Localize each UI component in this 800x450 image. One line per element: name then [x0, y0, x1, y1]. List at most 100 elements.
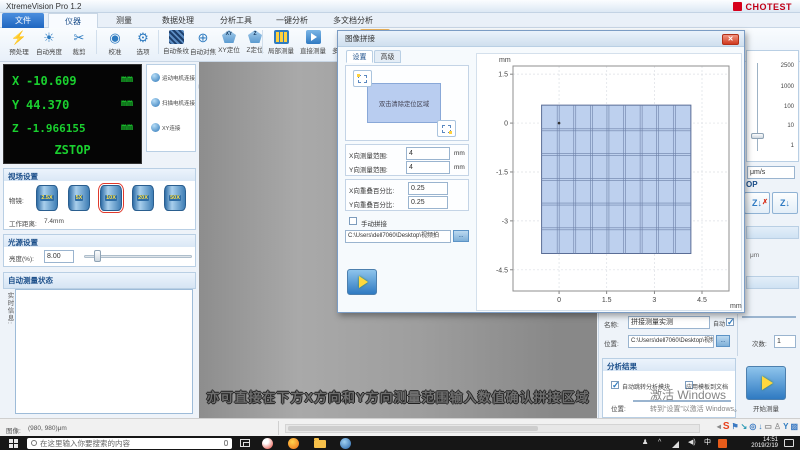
manual-stitch-checkbox[interactable] [349, 217, 357, 225]
image-stitch-dialog: 图像拼接 ✕ 设置 高级 双击清除定位区域 X向测量范围: 4 mm Y向测量范… [337, 30, 745, 313]
notification-center-icon[interactable] [784, 439, 794, 447]
brightness-slider-handle[interactable] [94, 250, 101, 262]
tool-options[interactable]: ⚙ 选项 [128, 30, 158, 56]
count-field[interactable]: 1 [774, 335, 796, 348]
tool-auto-fringe[interactable]: 自动条纹 [161, 30, 191, 55]
tray-icon[interactable]: ↘ [741, 422, 748, 432]
xy-position-icon: XY [222, 30, 236, 43]
tray-icon[interactable]: ⚑ [732, 422, 739, 432]
svg-text:0: 0 [504, 121, 508, 128]
objective-2-5x[interactable]: 2.5X [36, 185, 58, 211]
app-ball-icon[interactable] [340, 438, 351, 449]
tool-calibrate[interactable]: ◉ 校准 [100, 30, 130, 56]
run-stitch-button[interactable] [347, 269, 377, 295]
tool-crop[interactable]: ✂ 裁剪 [64, 30, 94, 56]
stitch-preview-chart[interactable]: 1.50-1.5-3-4.501.534.5mmmm [476, 53, 742, 311]
tool-local-measure[interactable]: 局部测量 [266, 30, 296, 55]
motor-connect-icon [151, 73, 160, 82]
titlebar: XtremeVision Pro 1.2 [0, 0, 800, 13]
x-overlap-field[interactable]: 0.25 [408, 182, 448, 195]
menubar: 文件 仪器 测量 数据处理 分析工具 一键分析 多文档分析 [0, 13, 800, 28]
tool-direct-measure[interactable]: 直接测量 [298, 30, 328, 55]
brightness-field[interactable]: 8.00 [44, 250, 74, 263]
browser-icon[interactable] [262, 438, 273, 449]
stitch-browse-button[interactable]: ... [453, 230, 469, 242]
person-icon[interactable]: ♟ [642, 439, 648, 447]
tray-icon[interactable]: Y [783, 422, 788, 432]
scrollbar-thumb[interactable] [288, 426, 538, 431]
objective-10x-selected[interactable]: 10X [100, 185, 122, 211]
region-preview-box[interactable]: 双击清除定位区域 [345, 65, 469, 141]
menu-oneclick-analysis[interactable]: 一键分析 [266, 13, 318, 28]
z-down-cancel-button[interactable]: Z↓✗ [744, 192, 770, 214]
horizontal-scrollbar[interactable] [285, 424, 700, 433]
y-range-field[interactable]: 4 [406, 161, 450, 174]
tab-advanced[interactable]: 高级 [374, 50, 401, 63]
start-menu-icon[interactable] [9, 439, 18, 448]
browse-button[interactable]: ... [716, 335, 730, 347]
objective-50x[interactable]: 50X [164, 185, 186, 211]
working-distance-label: 工作距离: [9, 218, 37, 228]
chevron-up-icon[interactable]: ^ [658, 439, 661, 447]
y-overlap-field[interactable]: 0.25 [408, 196, 448, 209]
x-range-field[interactable]: 4 [406, 147, 450, 160]
menu-measure[interactable]: 测量 [104, 13, 144, 28]
speed-slider-handle[interactable] [751, 133, 764, 139]
local-measure-icon [274, 30, 289, 44]
ime-indicator[interactable]: 中 [704, 439, 711, 447]
start-measure-label: 开始测量 [740, 403, 792, 413]
menu-instrument[interactable]: 仪器 [48, 13, 98, 28]
menu-file[interactable]: 文件 [2, 13, 44, 28]
tray-icon[interactable]: ◎ [749, 422, 756, 432]
svg-text:-3: -3 [502, 218, 508, 225]
auto-jump-checkbox[interactable] [611, 381, 619, 389]
target-icon: ◉ [109, 30, 120, 45]
start-measure-button[interactable] [746, 366, 786, 400]
app-statusbar: 图像: (980, 980)μm ◂ S ⚑ ↘ ◎ ↓ ▭ ♙ Y ▨ [0, 418, 800, 436]
svg-text:mm: mm [499, 57, 511, 64]
realtime-info-textarea[interactable] [15, 289, 193, 414]
network-icon[interactable] [672, 441, 679, 450]
speed-unit-field[interactable]: μm/s [747, 166, 795, 179]
working-distance-value: 7.4mm [44, 218, 64, 225]
menu-data-processing[interactable]: 数据处理 [150, 13, 206, 28]
image-size-value: (980, 980)μm [28, 425, 67, 432]
volume-icon[interactable]: ◀) [688, 439, 696, 447]
tray-icon[interactable]: ▭ [764, 422, 772, 432]
save-path-label: 位置: [604, 338, 619, 348]
stitch-path-field[interactable]: C:\Users\dell7060\Desktop\视频拍 [345, 230, 451, 243]
tray-icon[interactable]: ▨ [790, 422, 798, 432]
folder-icon[interactable] [314, 440, 326, 448]
average-dropdown[interactable]: ▼ [742, 316, 796, 318]
menu-multidoc-analysis[interactable]: 多文档分析 [322, 13, 384, 28]
clock[interactable]: 14:51 2019/2/19 [751, 437, 778, 450]
corner-pick-topleft-icon[interactable] [353, 70, 372, 87]
tab-settings[interactable]: 设置 [346, 50, 373, 63]
tool-preprocess[interactable]: ⚡ 预处理 [4, 30, 34, 56]
recorder-icon[interactable]: S [723, 422, 730, 432]
close-icon[interactable]: ✕ [722, 34, 739, 45]
dialog-titlebar[interactable]: 图像拼接 ✕ [338, 31, 744, 47]
task-view-icon[interactable] [240, 439, 250, 447]
taskbar-search[interactable]: 在这里输入你要搜索的内容 [27, 438, 232, 449]
realtime-info-label: 实时信息: [4, 292, 14, 327]
stitch-grid-svg: 1.50-1.5-3-4.501.534.5mmmm [477, 54, 743, 310]
save-path-field[interactable]: C:\Users\dell7060\Desktop\视频拍摄 [628, 335, 714, 348]
tool-auto-brightness[interactable]: ☀ 自动亮度 [34, 30, 64, 56]
auto-save-checkbox[interactable] [726, 318, 734, 326]
ribbon-separator [158, 30, 159, 54]
tray-icon[interactable]: ↓ [758, 422, 762, 432]
z-down-button[interactable]: Z↓ [772, 192, 798, 214]
ribbon-separator [96, 30, 97, 54]
auto-status-header: 自动测量状态 [3, 272, 196, 289]
tray-icon[interactable]: ◂ [717, 422, 721, 432]
stitch-region-hint[interactable]: 双击清除定位区域 [367, 83, 441, 123]
corner-pick-bottomright-icon[interactable] [437, 120, 456, 137]
menu-analysis-tools[interactable]: 分析工具 [210, 13, 262, 28]
tray-app-icon[interactable] [718, 439, 727, 448]
objective-5x[interactable]: 5X [68, 185, 90, 211]
name-field[interactable]: 拼接测量实测 [628, 316, 710, 329]
tray-icon[interactable]: ♙ [774, 422, 781, 432]
objective-20x[interactable]: 20X [132, 185, 154, 211]
firefox-icon[interactable] [288, 438, 299, 449]
